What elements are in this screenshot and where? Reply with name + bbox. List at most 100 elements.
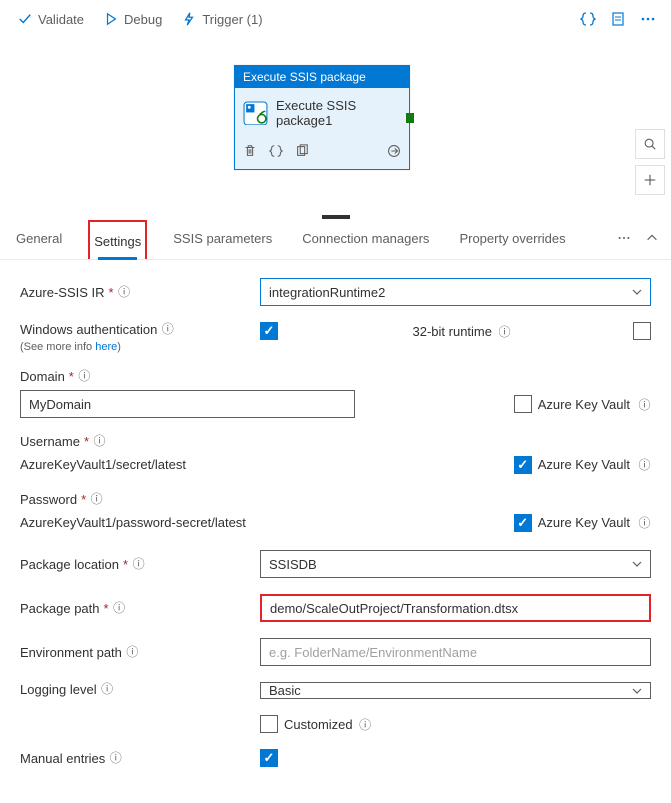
environment-path-label: Environment path <box>20 645 122 660</box>
info-icon[interactable] <box>638 516 651 529</box>
akv-label: Azure Key Vault <box>538 515 630 530</box>
search-icon <box>643 137 657 151</box>
tab-ssis-parameters[interactable]: SSIS parameters <box>169 219 276 259</box>
password-label: Password <box>20 492 77 507</box>
package-path-input[interactable] <box>260 594 651 622</box>
ellipsis-icon <box>617 231 631 245</box>
bit32-label: 32-bit runtime <box>413 324 492 339</box>
node-connector[interactable] <box>406 113 414 123</box>
logging-level-value: Basic <box>269 683 301 698</box>
delete-node-button[interactable] <box>243 144 257 161</box>
info-icon[interactable] <box>132 557 145 570</box>
domain-input[interactable] <box>20 390 355 418</box>
info-icon[interactable] <box>161 322 174 335</box>
manual-entries-label: Manual entries <box>20 751 105 766</box>
ssis-icon <box>243 99 268 127</box>
add-canvas-button[interactable] <box>635 165 665 195</box>
info-icon[interactable] <box>638 458 651 471</box>
info-icon[interactable] <box>638 398 651 411</box>
node-header: Execute SSIS package <box>235 66 409 88</box>
braces-icon <box>269 144 283 158</box>
manual-entries-checkbox[interactable] <box>260 749 278 767</box>
azure-ssis-ir-select[interactable]: integrationRuntime2 <box>260 278 651 306</box>
info-icon[interactable] <box>109 751 122 764</box>
info-icon[interactable] <box>118 285 131 298</box>
chevron-down-icon <box>632 287 642 297</box>
clipboard-icon <box>610 11 626 27</box>
windows-auth-label: Windows authentication <box>20 322 157 337</box>
trash-icon <box>243 144 257 158</box>
environment-path-input[interactable] <box>260 638 651 666</box>
azure-ssis-ir-value: integrationRuntime2 <box>269 285 385 300</box>
info-icon[interactable] <box>93 434 106 447</box>
username-label: Username <box>20 434 80 449</box>
node-output-button[interactable] <box>387 144 401 161</box>
package-path-label: Package path <box>20 601 100 616</box>
clipboard-button[interactable] <box>605 6 631 32</box>
debug-button[interactable]: Debug <box>96 8 170 31</box>
logging-level-select[interactable]: Basic <box>260 682 651 699</box>
package-location-value: SSISDB <box>269 557 317 572</box>
info-icon[interactable] <box>90 492 103 505</box>
password-value: AzureKeyVault1/password-secret/latest <box>20 511 355 534</box>
package-location-select[interactable]: SSISDB <box>260 550 651 578</box>
package-location-label: Package location <box>20 557 119 572</box>
validate-label: Validate <box>38 12 84 27</box>
plus-icon <box>643 173 657 187</box>
azure-ssis-ir-label: Azure-SSIS IR <box>20 285 105 300</box>
username-akv-checkbox[interactable] <box>514 456 532 474</box>
trigger-label: Trigger (1) <box>202 12 262 27</box>
logging-level-label: Logging level <box>20 682 97 697</box>
search-canvas-button[interactable] <box>635 129 665 159</box>
info-icon[interactable] <box>101 682 114 695</box>
clone-node-button[interactable] <box>295 144 309 161</box>
chevron-down-icon <box>632 559 642 569</box>
tab-row: General Settings SSIS parameters Connect… <box>0 219 671 260</box>
customized-label: Customized <box>284 717 353 732</box>
collapse-panel-button[interactable] <box>645 231 659 248</box>
tab-general[interactable]: General <box>12 219 66 259</box>
tab-connection-managers[interactable]: Connection managers <box>298 219 433 259</box>
info-icon[interactable] <box>126 645 139 658</box>
tab-settings[interactable]: Settings <box>88 220 147 259</box>
lightning-icon <box>182 12 196 26</box>
node-title: Execute SSIS package1 <box>276 98 401 128</box>
domain-akv-checkbox[interactable] <box>514 395 532 413</box>
info-icon[interactable] <box>498 325 511 338</box>
play-icon <box>104 12 118 26</box>
password-akv-checkbox[interactable] <box>514 514 532 532</box>
top-toolbar: Validate Debug Trigger (1) <box>0 0 671 39</box>
activity-node[interactable]: Execute SSIS package Execute SSIS packag… <box>234 65 410 170</box>
required-marker: * <box>109 285 114 300</box>
domain-label: Domain <box>20 369 65 384</box>
braces-icon <box>580 11 596 27</box>
output-arrow-icon <box>387 144 401 158</box>
akv-label: Azure Key Vault <box>538 457 630 472</box>
info-icon[interactable] <box>78 369 91 382</box>
settings-form: Azure-SSIS IR * integrationRuntime2 Wind… <box>0 260 671 803</box>
more-button[interactable] <box>635 6 661 32</box>
customized-checkbox[interactable] <box>260 715 278 733</box>
chevron-up-icon <box>645 231 659 245</box>
tabs-more-button[interactable] <box>617 231 631 248</box>
validate-button[interactable]: Validate <box>10 8 92 31</box>
debug-label: Debug <box>124 12 162 27</box>
info-icon[interactable] <box>359 718 372 731</box>
ellipsis-icon <box>640 11 656 27</box>
bit32-checkbox[interactable] <box>633 322 651 340</box>
braces-button[interactable] <box>575 6 601 32</box>
copy-icon <box>295 144 309 158</box>
chevron-down-icon <box>632 686 642 696</box>
trigger-button[interactable]: Trigger (1) <box>174 8 270 31</box>
see-more-link[interactable]: here <box>95 341 117 353</box>
canvas[interactable]: Execute SSIS package Execute SSIS packag… <box>0 39 671 219</box>
windows-auth-sublabel: (See more info here) <box>20 341 260 353</box>
tab-property-overrides[interactable]: Property overrides <box>455 219 569 259</box>
node-braces-button[interactable] <box>269 144 283 161</box>
node-footer <box>235 138 409 169</box>
username-value: AzureKeyVault1/secret/latest <box>20 453 355 476</box>
info-icon[interactable] <box>113 601 126 614</box>
panel-resize-handle[interactable] <box>322 215 350 219</box>
windows-auth-checkbox[interactable] <box>260 322 278 340</box>
check-icon <box>18 12 32 26</box>
